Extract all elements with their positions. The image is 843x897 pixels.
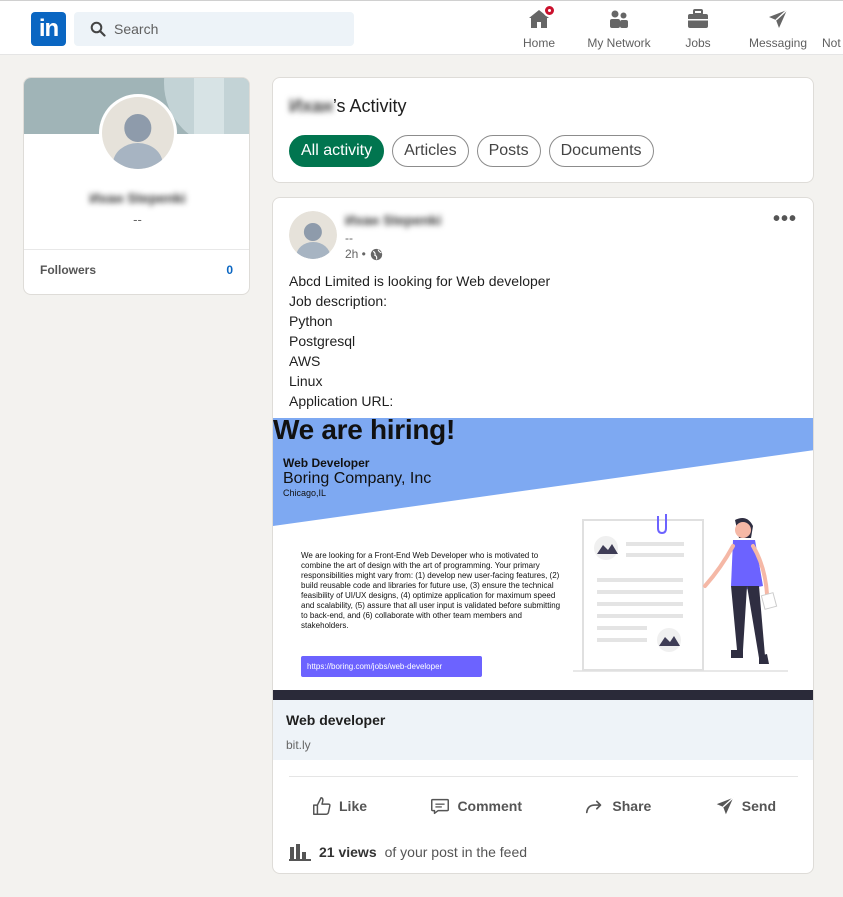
- post-line: AWS: [289, 353, 321, 369]
- post-line: Postgresql: [289, 333, 356, 349]
- post-time-text: 2h •: [345, 247, 366, 261]
- post-line: Application URL:: [289, 393, 394, 409]
- post-line: Linux: [289, 373, 323, 389]
- activity-owner: Ихан: [289, 96, 333, 116]
- hiring-city: Chicago,IL: [283, 488, 327, 498]
- activity-title: Ихан ’s Activity: [289, 96, 407, 117]
- filter-documents[interactable]: Documents: [548, 135, 654, 167]
- views-suffix: of your post in the feed: [384, 844, 528, 860]
- hiring-description: We are looking for a Front-End Web Devel…: [301, 551, 561, 630]
- post-views[interactable]: 21 views of your post in the feed: [289, 843, 527, 861]
- post-line: Abcd Limited is looking for Web develope…: [289, 273, 551, 289]
- post-author-headline: --: [345, 231, 353, 245]
- more-options-button[interactable]: •••: [773, 208, 797, 231]
- nav-my-network[interactable]: My Network: [583, 7, 655, 51]
- profile-headline: --: [133, 212, 142, 227]
- search-box[interactable]: [74, 12, 354, 46]
- like-button[interactable]: Like: [289, 787, 389, 825]
- share-button[interactable]: Share: [562, 787, 673, 825]
- nav-home[interactable]: Home: [518, 4, 560, 51]
- link-title: Web developer: [286, 712, 386, 728]
- nav-messaging[interactable]: Messaging: [745, 7, 811, 51]
- send-icon: [769, 9, 788, 28]
- post-card: Ихан Stepenki -- 2h • ••• Abcd Limited i…: [272, 197, 814, 874]
- filter-all-activity[interactable]: All activity: [289, 135, 385, 167]
- share-label: Share: [612, 798, 652, 814]
- linkedin-logo[interactable]: in: [31, 12, 66, 46]
- hiring-role: Web Developer: [283, 456, 370, 470]
- send-icon: [716, 797, 734, 815]
- image-bottom-strip: [273, 690, 813, 700]
- thumbs-up-icon: [313, 797, 331, 815]
- post-line: Python: [289, 313, 333, 329]
- search-input[interactable]: [114, 21, 334, 37]
- notification-badge: [543, 4, 556, 17]
- profile-avatar[interactable]: [99, 94, 177, 172]
- people-icon: [610, 10, 628, 28]
- nav-my-network-label: My Network: [587, 36, 651, 50]
- hiring-heading: We are hiring!: [273, 418, 455, 445]
- share-icon: [586, 800, 602, 814]
- briefcase-icon: [688, 9, 708, 28]
- nav-home-label: Home: [522, 36, 555, 50]
- send-label: Send: [741, 798, 776, 814]
- comment-button[interactable]: Comment: [407, 787, 544, 825]
- post-actions: Like Comment Share Send: [289, 787, 798, 825]
- hiring-company: Boring Company, Inc: [283, 470, 432, 487]
- views-count: 21 views: [319, 844, 377, 860]
- filter-articles[interactable]: Articles: [392, 135, 469, 167]
- post-image[interactable]: We are hiring! Web Developer Boring Comp…: [273, 418, 813, 700]
- nav-notifications[interactable]: Not: [822, 7, 843, 51]
- nav-jobs-label: Jobs: [685, 36, 711, 50]
- followers-count[interactable]: 0: [226, 263, 233, 277]
- globe-icon: [370, 248, 383, 260]
- activity-filters: All activity Articles Posts Documents: [289, 135, 654, 167]
- post-author-avatar[interactable]: [289, 211, 337, 259]
- post-line: Job description:: [289, 293, 388, 309]
- divider: [289, 776, 798, 777]
- activity-title-suffix: ’s Activity: [332, 96, 407, 116]
- nav-notifications-label: Not: [822, 36, 841, 50]
- profile-card: Ихан Stepenki -- Followers 0: [23, 77, 250, 295]
- hiring-url-button: https://boring.com/jobs/web-developer: [301, 656, 482, 677]
- post-author-name[interactable]: Ихан Stepenki: [345, 212, 441, 228]
- link-source: bit.ly: [286, 738, 311, 752]
- nav-jobs[interactable]: Jobs: [680, 7, 716, 51]
- comment-label: Comment: [457, 798, 522, 814]
- followers-label[interactable]: Followers: [40, 263, 96, 277]
- filter-posts[interactable]: Posts: [476, 135, 541, 167]
- link-preview[interactable]: Web developer bit.ly: [273, 700, 813, 760]
- search-icon: [90, 21, 106, 37]
- bar-chart-icon: [289, 844, 311, 861]
- profile-name[interactable]: Ихан Stepenki: [24, 190, 249, 206]
- comment-icon: [431, 798, 450, 815]
- divider: [24, 249, 249, 250]
- post-text: Abcd Limited is looking for Web develope…: [289, 271, 550, 411]
- send-button[interactable]: Send: [692, 787, 798, 825]
- nav-messaging-label: Messaging: [748, 36, 808, 50]
- activity-card: Ихан ’s Activity All activity Articles P…: [272, 77, 814, 183]
- top-nav: in Home My Network Jobs Messaging Not: [0, 0, 843, 55]
- like-label: Like: [339, 798, 368, 814]
- post-timestamp: 2h •: [345, 247, 383, 261]
